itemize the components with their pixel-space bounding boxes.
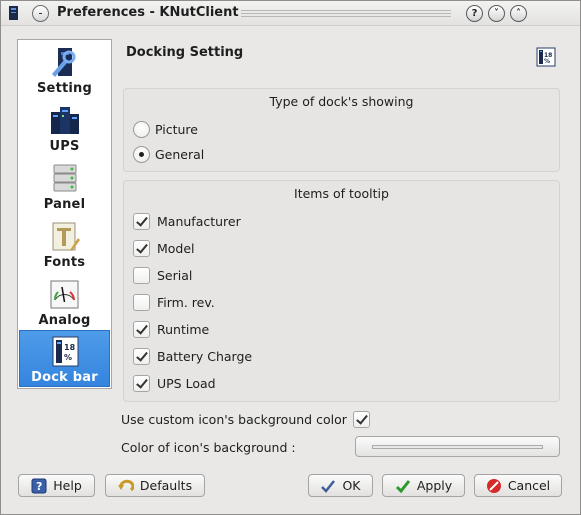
sidebar-item-analog[interactable]: Analog xyxy=(19,274,110,330)
defaults-button[interactable]: Defaults xyxy=(105,474,205,497)
checkbox[interactable] xyxy=(133,374,150,392)
sidebar-item-label: Fonts xyxy=(43,255,86,270)
icon-bg-label: Color of icon's background : xyxy=(121,439,296,455)
radio-button[interactable] xyxy=(133,120,150,138)
checkbox-label: Model xyxy=(157,240,195,256)
checkbox-runtime[interactable]: Runtime xyxy=(133,319,209,339)
cancel-label: Cancel xyxy=(507,478,551,493)
custom-bg-row[interactable]: Use custom icon's background color xyxy=(121,409,377,429)
defaults-label: Defaults xyxy=(139,478,193,493)
sidebar-item-setting[interactable]: Setting xyxy=(19,42,110,98)
tooltip-items-group: Items of tooltip Manufacturer Model Seri… xyxy=(123,180,560,402)
group-title: Items of tooltip xyxy=(294,186,389,201)
page-list-sidebar: Setting UPS Panel Fonts Analog 18 % Dock… xyxy=(17,39,112,389)
apply-label: Apply xyxy=(416,478,453,493)
title-bar[interactable]: Preferences - KNutClient ? ˅ ˄ xyxy=(1,1,580,26)
checkbox[interactable] xyxy=(133,347,150,365)
checkbox-ups-load[interactable]: UPS Load xyxy=(133,373,216,393)
cancel-button[interactable]: Cancel xyxy=(474,474,562,497)
svg-text:%: % xyxy=(64,353,72,362)
checkbox-firm-rev[interactable]: Firm. rev. xyxy=(133,292,215,312)
check-icon xyxy=(321,479,336,493)
custom-bg-label: Use custom icon's background color xyxy=(121,411,347,427)
color-swatch xyxy=(372,445,543,449)
checkbox-serial[interactable]: Serial xyxy=(133,265,192,285)
radio-picture[interactable]: Picture xyxy=(133,119,198,139)
help-button[interactable]: ? Help xyxy=(18,474,95,497)
preferences-window: Preferences - KNutClient ? ˅ ˄ Setting U… xyxy=(0,0,581,515)
apply-button[interactable]: Apply xyxy=(382,474,465,497)
window-menu-button[interactable] xyxy=(32,5,49,22)
checkbox[interactable] xyxy=(133,266,150,284)
checkbox-label: UPS Load xyxy=(157,375,216,391)
checkbox-manufacturer[interactable]: Manufacturer xyxy=(133,211,241,231)
sidebar-item-label: Setting xyxy=(36,81,93,96)
svg-text:%: % xyxy=(544,58,550,65)
setting-icon xyxy=(52,48,76,77)
fonts-icon xyxy=(52,222,80,251)
checkbox-label: Serial xyxy=(157,267,193,283)
radio-label: General xyxy=(155,146,205,162)
group-title: Type of dock's showing xyxy=(269,94,414,109)
ok-label: OK xyxy=(342,478,361,493)
radio-label: Picture xyxy=(155,121,198,137)
sidebar-item-label: Panel xyxy=(43,197,86,212)
svg-text:?: ? xyxy=(36,480,42,493)
radio-button[interactable] xyxy=(133,145,150,163)
help-label: Help xyxy=(53,478,82,493)
checkbox-label: Runtime xyxy=(157,321,210,337)
sidebar-item-fonts[interactable]: Fonts xyxy=(19,216,110,272)
custom-bg-checkbox[interactable] xyxy=(352,410,370,428)
window-title: Preferences - KNutClient xyxy=(57,5,239,20)
checkbox-label: Manufacturer xyxy=(157,213,241,229)
icon-bg-color-button[interactable] xyxy=(355,436,560,457)
checkbox-model[interactable]: Model xyxy=(133,238,195,258)
panel-icon xyxy=(53,164,77,192)
sidebar-item-ups[interactable]: UPS xyxy=(19,100,110,156)
knutclient-app-icon xyxy=(9,6,18,20)
page-title: Docking Setting xyxy=(126,45,244,60)
apply-check-icon xyxy=(395,479,411,493)
checkbox[interactable] xyxy=(133,212,150,230)
minimize-button[interactable]: ˅ xyxy=(488,5,505,22)
help-title-button[interactable]: ? xyxy=(466,5,483,22)
checkbox-battery-charge[interactable]: Battery Charge xyxy=(133,346,252,366)
dock-bar-icon: 18 % xyxy=(52,336,79,367)
sidebar-item-dock-bar[interactable]: 18 % Dock bar xyxy=(19,330,110,387)
checkbox[interactable] xyxy=(133,320,150,338)
sidebar-item-label: UPS xyxy=(49,139,80,154)
checkbox-label: Firm. rev. xyxy=(157,294,215,310)
sidebar-item-label: Dock bar xyxy=(31,370,98,385)
title-bar-grip xyxy=(241,10,451,17)
analog-gauge-icon xyxy=(50,280,79,309)
maximize-button[interactable]: ˄ xyxy=(510,5,527,22)
checkbox[interactable] xyxy=(133,293,150,311)
svg-text:18: 18 xyxy=(64,343,76,352)
radio-general[interactable]: General xyxy=(133,144,204,164)
cancel-icon xyxy=(486,478,501,493)
ups-icon xyxy=(51,107,79,134)
sidebar-item-panel[interactable]: Panel xyxy=(19,158,110,214)
undo-icon xyxy=(117,479,134,491)
help-icon: ? xyxy=(31,478,47,493)
sidebar-item-label: Analog xyxy=(38,313,91,328)
checkbox-label: Battery Charge xyxy=(157,348,253,364)
checkbox[interactable] xyxy=(133,239,150,257)
dock-bar-icon: 18 % xyxy=(536,47,556,67)
dock-type-group: Type of dock's showing Picture General xyxy=(123,88,560,172)
ok-button[interactable]: OK xyxy=(308,474,373,497)
